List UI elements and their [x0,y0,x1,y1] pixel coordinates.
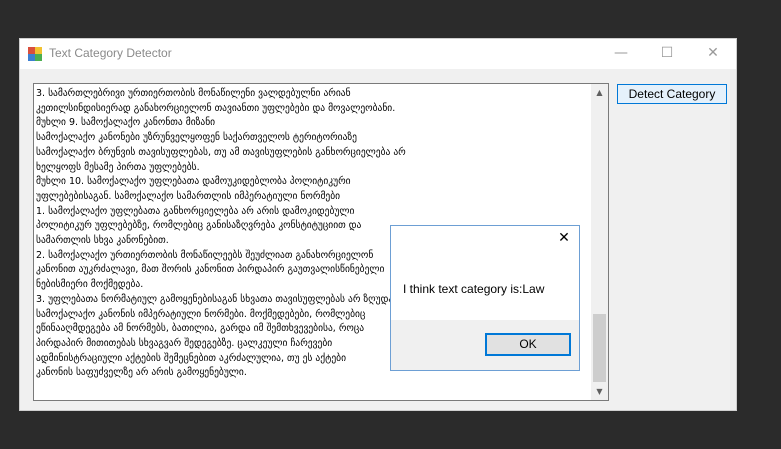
minimize-button[interactable]: — [598,39,644,69]
text-line: სამოქალაქო ბრუნვის თავისუფლებას, თუ ამ თ… [36,146,406,158]
dialog-message: I think text category is:Law [403,282,545,296]
result-dialog: ✕ I think text category is:Law OK [390,225,580,371]
scroll-thumb[interactable] [593,314,606,382]
text-line: 1. სამოქალაქო უფლებათა განხორციელება არ … [36,205,355,217]
scroll-up-arrow-icon[interactable]: ▲ [591,84,608,101]
app-icon [28,47,42,61]
text-line: მუხლი 10. სამოქალაქო უფლებათა დამოუკიდებ… [36,176,351,188]
text-line: 3. სამართლებრივი ურთიერთობის მონაწილენი … [36,88,351,99]
close-button[interactable]: ✕ [690,39,736,69]
window-title: Text Category Detector [49,46,172,60]
dialog-close-button[interactable]: ✕ [555,229,573,247]
text-line: სამოქალაქო კანონები უზრუნველყოფენ საქართ… [36,132,357,144]
main-window: Text Category Detector — ☐ ✕ 3. სამართლე… [19,38,737,411]
title-bar[interactable]: Text Category Detector — ☐ ✕ [20,39,736,69]
vertical-scrollbar[interactable]: ▲ ▼ [591,84,608,400]
scroll-down-arrow-icon[interactable]: ▼ [591,383,608,400]
text-line: უფლებებისაგან. სამოქალაქო სამართლის იმპე… [36,190,341,202]
text-line: ხელყოფს მესამე პირთა უფლებებს. [36,161,200,173]
maximize-button[interactable]: ☐ [644,39,690,69]
ok-button[interactable]: OK [485,333,571,356]
text-line: მუხლი 9. სამოქალაქო კანონთა მიზანი [36,117,216,129]
detect-category-button[interactable]: Detect Category [617,84,727,104]
text-line: კეთილსინდისიერად განახორციელონ თავიანთი … [36,102,396,114]
dialog-footer: OK [391,320,579,370]
